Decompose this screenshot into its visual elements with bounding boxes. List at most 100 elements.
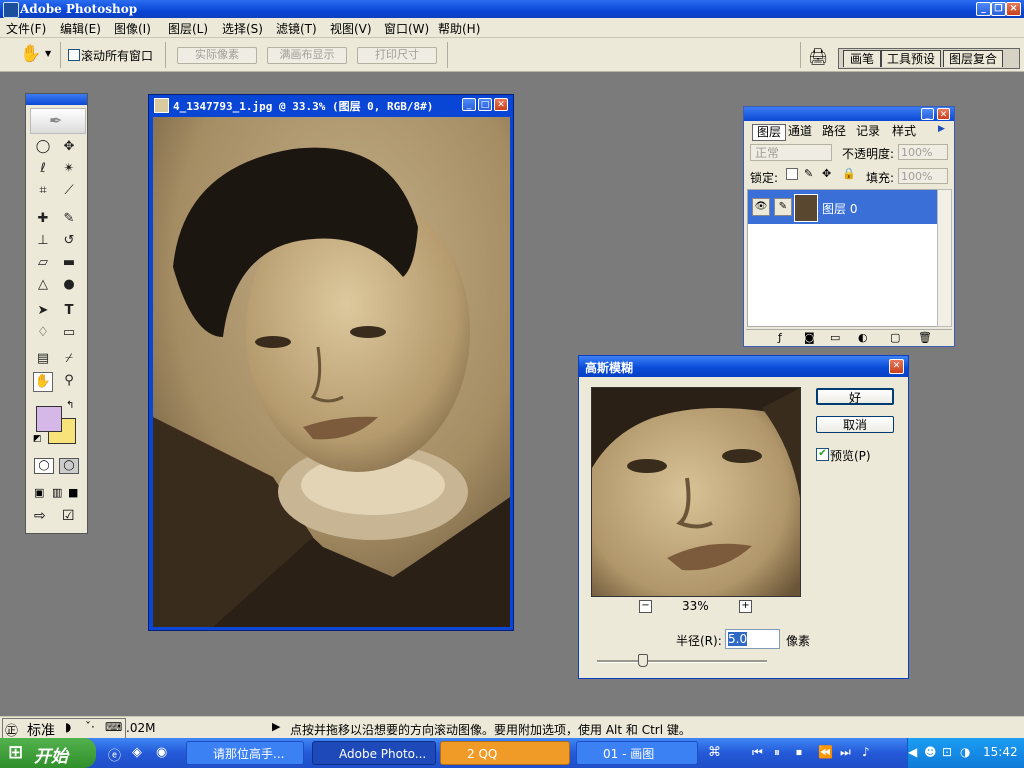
brush-icon[interactable]: ✎ (60, 210, 78, 228)
clone-stamp-icon[interactable]: ⊥ (34, 232, 52, 250)
tab-layers[interactable]: 图层 (752, 124, 786, 141)
chevron-down-icon[interactable]: ▼ (45, 49, 51, 58)
media-next-icon[interactable]: ⏭ (840, 745, 851, 760)
lock-move-icon[interactable]: ✥ (822, 167, 831, 180)
media-pause-icon[interactable]: ⏸ (774, 745, 780, 760)
edit-in-imageready-icon[interactable]: ☑ (62, 508, 75, 524)
foreground-color-swatch[interactable] (36, 406, 62, 432)
move-icon[interactable]: ✥ (60, 138, 78, 156)
cancel-button[interactable]: 取消 (816, 416, 894, 433)
standard-mode-icon[interactable]: ◯ (34, 458, 54, 474)
magic-wand-icon[interactable]: ✴ (60, 160, 78, 178)
panel-close-button[interactable]: ✕ (937, 108, 950, 120)
task-browser[interactable]: 请那位高手... (186, 741, 304, 765)
menu-filter[interactable]: 滤镜(T) (276, 20, 317, 37)
layer-mask-icon[interactable]: ◙ (804, 331, 815, 344)
menu-layer[interactable]: 图层(L) (168, 20, 208, 37)
doc-minimize-button[interactable]: _ (462, 98, 476, 111)
scroll-all-checkbox[interactable] (68, 49, 80, 61)
hand-tool-icon[interactable]: ✋ (20, 44, 41, 64)
history-brush-icon[interactable]: ↺ (60, 232, 78, 250)
file-browser-icon[interactable]: 🖨 (808, 47, 828, 66)
zoom-in-button[interactable]: + (739, 600, 752, 613)
type-icon[interactable]: T (60, 302, 78, 320)
menu-help[interactable]: 帮助(H) (438, 20, 480, 37)
tab-paths[interactable]: 路径 (822, 124, 846, 139)
layer-brush-icon[interactable]: ✎ (774, 198, 792, 216)
dialog-close-button[interactable]: ✕ (889, 359, 904, 374)
ime-halfwidth-icon[interactable]: ◗ (65, 720, 71, 734)
screen-mode-standard-icon[interactable]: ▣ (34, 486, 44, 499)
media-stop-icon[interactable]: ⏹ (796, 745, 802, 760)
default-colors-icon[interactable]: ◩ (33, 434, 42, 444)
notes-icon[interactable]: ▤ (34, 350, 52, 368)
media-prev-icon[interactable]: ⏮ (752, 745, 763, 760)
lasso-icon[interactable]: ℓ (34, 160, 52, 178)
menu-view[interactable]: 视图(V) (330, 20, 372, 37)
doc-maximize-button[interactable]: □ (478, 98, 492, 111)
doc-close-button[interactable]: ✕ (494, 98, 508, 111)
quick-mask-icon[interactable]: ◯ (59, 458, 79, 474)
new-group-icon[interactable]: ▭ (830, 331, 840, 344)
layers-scrollbar[interactable] (937, 189, 952, 327)
menu-edit[interactable]: 编辑(E) (60, 20, 101, 37)
marquee-icon[interactable]: ◯ (34, 138, 52, 156)
tab-layer-comps[interactable]: 图层复合 (943, 50, 1003, 67)
lock-all-icon[interactable]: 🔒 (842, 167, 856, 180)
language-bar-icon[interactable]: ⌘ (708, 745, 721, 760)
dialog-title-bar[interactable]: 高斯模糊 ✕ (579, 356, 908, 377)
swap-colors-icon[interactable]: ↰ (66, 400, 74, 411)
blur-icon[interactable]: △ (34, 276, 52, 294)
panel-menu-icon[interactable]: ▶ (938, 124, 945, 134)
menu-image[interactable]: 图像(I) (114, 20, 151, 37)
rectangle-icon[interactable]: ▭ (60, 324, 78, 342)
ime-punct-icon[interactable]: ˇ· (85, 720, 95, 734)
quicklaunch-icon[interactable]: ◈ (132, 745, 142, 760)
ime-mode-label[interactable]: 标准 (27, 720, 55, 740)
ie-icon[interactable]: ⓔ (108, 745, 121, 764)
restore-button[interactable]: ❐ (991, 2, 1006, 16)
photo-canvas[interactable] (153, 117, 510, 627)
healing-brush-icon[interactable]: ✚ (34, 210, 52, 228)
preview-checkbox[interactable]: ✔ (816, 448, 829, 461)
opacity-field[interactable]: 100% (898, 144, 948, 160)
layer-row[interactable]: 👁 ✎ 图层 0 (748, 190, 938, 224)
screen-mode-full-icon[interactable]: ■ (68, 486, 78, 499)
visibility-eye-icon[interactable]: 👁 (752, 198, 770, 216)
toolbox-header[interactable] (26, 94, 87, 105)
tray-expand-icon[interactable]: ◀ (908, 745, 917, 759)
panel-minimize-button[interactable]: _ (921, 108, 934, 120)
eraser-icon[interactable]: ▱ (34, 254, 52, 272)
media-back-icon[interactable]: ⏪ (818, 745, 833, 759)
minimize-button[interactable]: _ (976, 2, 991, 16)
ime-keyboard-icon[interactable]: ⌨ (105, 720, 122, 734)
crop-icon[interactable]: ⌗ (34, 182, 52, 200)
path-select-icon[interactable]: ➤ (34, 302, 52, 320)
adjustment-layer-icon[interactable]: ◐ (858, 331, 868, 344)
fit-screen-button[interactable]: 满画布显示 (267, 47, 347, 64)
task-paint[interactable]: 01 - 画图 (576, 741, 698, 765)
task-qq[interactable]: 2 QQ (440, 741, 570, 765)
layer-name[interactable]: 图层 0 (822, 200, 857, 217)
blur-preview[interactable] (591, 387, 801, 597)
menu-window[interactable]: 窗口(W) (384, 20, 429, 37)
eyedropper-icon[interactable]: ⌿ (60, 350, 78, 368)
lock-transparency-icon[interactable] (786, 168, 798, 180)
media-player-icon[interactable]: ◉ (156, 745, 167, 760)
radius-field[interactable]: 5.0 (725, 629, 780, 649)
layer-style-icon[interactable]: ƒ (778, 331, 782, 344)
speaker-icon[interactable]: ◑ (960, 745, 970, 759)
hand-icon[interactable]: ✋ (33, 372, 53, 392)
delete-layer-icon[interactable]: 🗑 (918, 331, 932, 344)
start-button[interactable]: ⊞ 开始 (0, 738, 96, 768)
fill-field[interactable]: 100% (898, 168, 948, 184)
lock-paint-icon[interactable]: ✎ (804, 167, 813, 180)
tab-styles[interactable]: 样式 (892, 124, 916, 139)
slice-icon[interactable]: ⟋ (60, 182, 78, 200)
new-layer-icon[interactable]: ▢ (890, 331, 900, 344)
print-size-button[interactable]: 打印尺寸 (357, 47, 437, 64)
ime-logo-icon[interactable]: ㊣ (5, 720, 18, 739)
tab-history[interactable]: 记录 (856, 124, 880, 139)
blend-mode-select[interactable]: 正常 (750, 144, 832, 161)
pen-icon[interactable]: ♢ (34, 324, 52, 342)
